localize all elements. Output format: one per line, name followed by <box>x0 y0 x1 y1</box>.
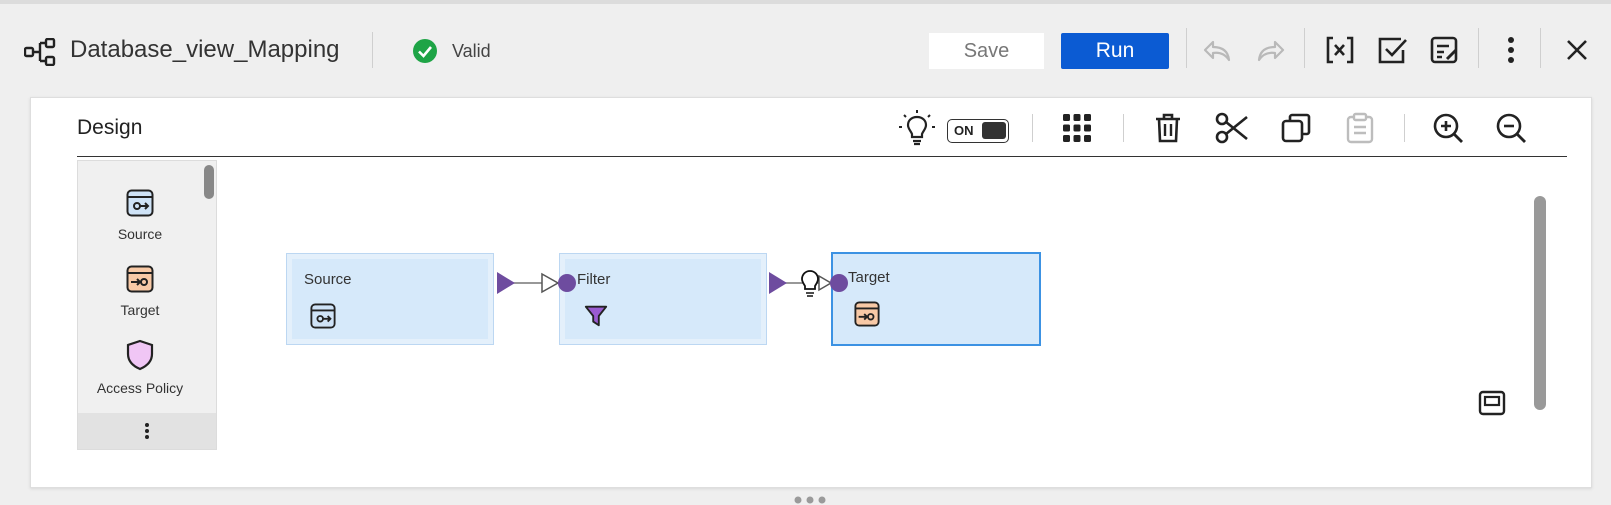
header-divider <box>1478 28 1479 68</box>
header-bar: Database_view_Mapping Valid Save Run <box>0 4 1611 94</box>
output-port-source[interactable] <box>497 272 515 294</box>
header-divider <box>1540 28 1541 68</box>
design-panel: Design ON Source Target Access Policy So… <box>30 97 1592 488</box>
link-recommendation-icon[interactable] <box>801 270 819 297</box>
input-port-filter[interactable] <box>558 274 576 292</box>
save-button[interactable]: Save <box>929 33 1044 69</box>
redo-icon <box>1257 40 1285 62</box>
close-button[interactable] <box>1560 33 1594 67</box>
input-port-target[interactable] <box>830 274 848 292</box>
header-divider <box>1186 28 1187 68</box>
edit-document-icon <box>1430 36 1458 64</box>
parameter-icon <box>1326 36 1354 64</box>
more-vertical-icon <box>1508 37 1514 63</box>
parameters-button[interactable] <box>1323 33 1357 67</box>
undo-icon <box>1203 40 1231 62</box>
resize-handle-icon[interactable] <box>790 496 830 504</box>
header-divider <box>372 32 373 68</box>
validate-check-icon <box>1378 37 1407 64</box>
mapping-title: Database_view_Mapping <box>70 36 340 63</box>
mapping-icon <box>24 38 56 66</box>
undo-button[interactable] <box>1200 34 1234 68</box>
properties-button[interactable] <box>1428 33 1462 67</box>
validate-button[interactable] <box>1376 33 1410 67</box>
redo-button[interactable] <box>1254 34 1288 68</box>
run-button[interactable]: Run <box>1061 33 1169 69</box>
output-port-filter[interactable] <box>769 272 787 294</box>
valid-check-icon <box>413 39 437 63</box>
more-actions-button[interactable] <box>1494 33 1528 67</box>
validation-status: Valid <box>452 41 491 61</box>
close-icon <box>1567 40 1587 60</box>
fit-to-screen-icon[interactable] <box>1477 388 1507 418</box>
canvas-scrollbar[interactable] <box>1534 196 1546 410</box>
mapping-links <box>497 270 848 297</box>
header-divider <box>1304 28 1305 68</box>
